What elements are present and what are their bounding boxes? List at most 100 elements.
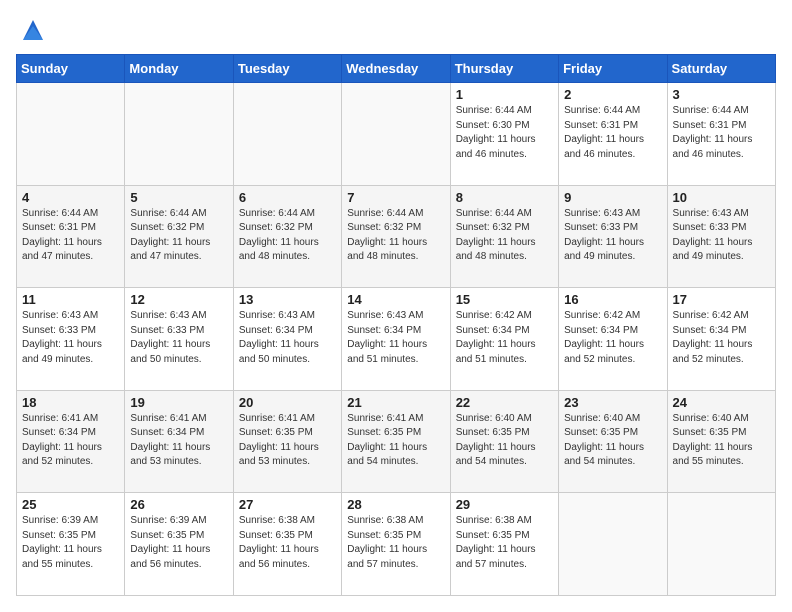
calendar-header-row: SundayMondayTuesdayWednesdayThursdayFrid… — [17, 55, 776, 83]
day-number: 24 — [673, 395, 770, 410]
day-info: Sunrise: 6:41 AMSunset: 6:34 PMDaylight:… — [130, 412, 227, 470]
calendar-cell — [233, 83, 341, 186]
day-number: 6 — [239, 190, 336, 205]
calendar-cell: 7 Sunrise: 6:44 AMSunset: 6:32 PMDaylight… — [342, 185, 450, 288]
day-number: 19 — [130, 395, 227, 410]
calendar-cell: 13 Sunrise: 6:43 AMSunset: 6:34 PMDayligh… — [233, 288, 341, 391]
day-info: Sunrise: 6:40 AMSunset: 6:35 PMDaylight:… — [456, 412, 553, 470]
calendar-header-tuesday: Tuesday — [233, 55, 341, 83]
day-number: 28 — [347, 497, 444, 512]
day-number: 17 — [673, 292, 770, 307]
day-info: Sunrise: 6:44 AMSunset: 6:31 PMDaylight:… — [673, 104, 770, 162]
day-info: Sunrise: 6:38 AMSunset: 6:35 PMDaylight:… — [456, 514, 553, 572]
day-number: 12 — [130, 292, 227, 307]
day-info: Sunrise: 6:40 AMSunset: 6:35 PMDaylight:… — [564, 412, 661, 470]
calendar-header-sunday: Sunday — [17, 55, 125, 83]
day-number: 15 — [456, 292, 553, 307]
calendar-cell: 28 Sunrise: 6:38 AMSunset: 6:35 PMDayligh… — [342, 493, 450, 596]
calendar-cell: 5Sunrise: 6:44 AMSunset: 6:32 PMDaylight… — [125, 185, 233, 288]
calendar-cell: 17 Sunrise: 6:42 AMSunset: 6:34 PMDayligh… — [667, 288, 775, 391]
day-info: Sunrise: 6:42 AMSunset: 6:34 PMDaylight:… — [564, 309, 661, 367]
calendar-cell: 26Sunrise: 6:39 AMSunset: 6:35 PMDayligh… — [125, 493, 233, 596]
logo-icon — [19, 16, 47, 44]
day-info: Sunrise: 6:40 AMSunset: 6:35 PMDaylight:… — [673, 412, 770, 470]
day-info: Sunrise: 6:41 AMSunset: 6:35 PMDaylight:… — [239, 412, 336, 470]
calendar-cell: 15Sunrise: 6:42 AMSunset: 6:34 PMDayligh… — [450, 288, 558, 391]
calendar-week-row: 1 Sunrise: 6:44 AMSunset: 6:30 PMDaylight… — [17, 83, 776, 186]
calendar-header-thursday: Thursday — [450, 55, 558, 83]
day-info: Sunrise: 6:43 AMSunset: 6:33 PMDaylight:… — [130, 309, 227, 367]
day-info: Sunrise: 6:43 AMSunset: 6:33 PMDaylight:… — [673, 207, 770, 265]
calendar-cell: 16 Sunrise: 6:42 AMSunset: 6:34 PMDayligh… — [559, 288, 667, 391]
day-number: 21 — [347, 395, 444, 410]
day-info: Sunrise: 6:44 AMSunset: 6:32 PMDaylight:… — [347, 207, 444, 265]
day-number: 1 — [456, 87, 553, 102]
day-number: 4 — [22, 190, 119, 205]
calendar-header-wednesday: Wednesday — [342, 55, 450, 83]
calendar-header-friday: Friday — [559, 55, 667, 83]
logo — [16, 16, 47, 44]
calendar-cell: 21 Sunrise: 6:41 AMSunset: 6:35 PMDayligh… — [342, 390, 450, 493]
day-number: 7 — [347, 190, 444, 205]
calendar-cell: 29 Sunrise: 6:38 AMSunset: 6:35 PMDayligh… — [450, 493, 558, 596]
day-info: Sunrise: 6:41 AMSunset: 6:35 PMDaylight:… — [347, 412, 444, 470]
day-info: Sunrise: 6:43 AMSunset: 6:33 PMDaylight:… — [564, 207, 661, 265]
calendar-cell — [342, 83, 450, 186]
calendar-cell: 27 Sunrise: 6:38 AMSunset: 6:35 PMDayligh… — [233, 493, 341, 596]
day-number: 14 — [347, 292, 444, 307]
calendar-cell: 22 Sunrise: 6:40 AMSunset: 6:35 PMDayligh… — [450, 390, 558, 493]
calendar-cell — [125, 83, 233, 186]
calendar-cell: 11 Sunrise: 6:43 AMSunset: 6:33 PMDayligh… — [17, 288, 125, 391]
day-info: Sunrise: 6:44 AMSunset: 6:31 PMDaylight:… — [564, 104, 661, 162]
day-info: Sunrise: 6:44 AMSunset: 6:32 PMDaylight:… — [239, 207, 336, 265]
day-number: 8 — [456, 190, 553, 205]
day-info: Sunrise: 6:39 AMSunset: 6:35 PMDaylight:… — [22, 514, 119, 572]
day-info: Sunrise: 6:42 AMSunset: 6:34 PMDaylight:… — [673, 309, 770, 367]
calendar-week-row: 4 Sunrise: 6:44 AMSunset: 6:31 PMDaylight… — [17, 185, 776, 288]
day-number: 25 — [22, 497, 119, 512]
calendar-header-saturday: Saturday — [667, 55, 775, 83]
day-number: 9 — [564, 190, 661, 205]
day-number: 27 — [239, 497, 336, 512]
day-number: 22 — [456, 395, 553, 410]
day-number: 16 — [564, 292, 661, 307]
calendar-week-row: 18 Sunrise: 6:41 AMSunset: 6:34 PMDayligh… — [17, 390, 776, 493]
calendar-cell: 6 Sunrise: 6:44 AMSunset: 6:32 PMDaylight… — [233, 185, 341, 288]
day-number: 20 — [239, 395, 336, 410]
day-info: Sunrise: 6:44 AMSunset: 6:31 PMDaylight:… — [22, 207, 119, 265]
day-info: Sunrise: 6:41 AMSunset: 6:34 PMDaylight:… — [22, 412, 119, 470]
day-number: 2 — [564, 87, 661, 102]
calendar-cell: 19 Sunrise: 6:41 AMSunset: 6:34 PMDayligh… — [125, 390, 233, 493]
calendar-cell: 18 Sunrise: 6:41 AMSunset: 6:34 PMDayligh… — [17, 390, 125, 493]
day-number: 18 — [22, 395, 119, 410]
day-info: Sunrise: 6:43 AMSunset: 6:34 PMDaylight:… — [347, 309, 444, 367]
calendar-cell: 23Sunrise: 6:40 AMSunset: 6:35 PMDayligh… — [559, 390, 667, 493]
calendar-cell — [17, 83, 125, 186]
calendar-cell — [559, 493, 667, 596]
calendar-cell: 25 Sunrise: 6:39 AMSunset: 6:35 PMDayligh… — [17, 493, 125, 596]
calendar-cell: 10 Sunrise: 6:43 AMSunset: 6:33 PMDayligh… — [667, 185, 775, 288]
day-info: Sunrise: 6:38 AMSunset: 6:35 PMDaylight:… — [239, 514, 336, 572]
calendar-cell: 8 Sunrise: 6:44 AMSunset: 6:32 PMDaylight… — [450, 185, 558, 288]
day-number: 29 — [456, 497, 553, 512]
day-info: Sunrise: 6:43 AMSunset: 6:33 PMDaylight:… — [22, 309, 119, 367]
calendar-cell: 14 Sunrise: 6:43 AMSunset: 6:34 PMDayligh… — [342, 288, 450, 391]
day-number: 3 — [673, 87, 770, 102]
calendar-header-monday: Monday — [125, 55, 233, 83]
day-number: 13 — [239, 292, 336, 307]
day-info: Sunrise: 6:44 AMSunset: 6:30 PMDaylight:… — [456, 104, 553, 162]
day-info: Sunrise: 6:44 AMSunset: 6:32 PMDaylight:… — [456, 207, 553, 265]
day-info: Sunrise: 6:38 AMSunset: 6:35 PMDaylight:… — [347, 514, 444, 572]
calendar-cell — [667, 493, 775, 596]
day-info: Sunrise: 6:43 AMSunset: 6:34 PMDaylight:… — [239, 309, 336, 367]
day-number: 10 — [673, 190, 770, 205]
calendar-cell: 9 Sunrise: 6:43 AMSunset: 6:33 PMDaylight… — [559, 185, 667, 288]
calendar-cell: 24 Sunrise: 6:40 AMSunset: 6:35 PMDayligh… — [667, 390, 775, 493]
calendar-week-row: 25 Sunrise: 6:39 AMSunset: 6:35 PMDayligh… — [17, 493, 776, 596]
calendar-cell: 12 Sunrise: 6:43 AMSunset: 6:33 PMDayligh… — [125, 288, 233, 391]
day-number: 5 — [130, 190, 227, 205]
calendar-cell: 2 Sunrise: 6:44 AMSunset: 6:31 PMDaylight… — [559, 83, 667, 186]
calendar-cell: 3 Sunrise: 6:44 AMSunset: 6:31 PMDaylight… — [667, 83, 775, 186]
day-number: 11 — [22, 292, 119, 307]
page-header — [16, 16, 776, 44]
